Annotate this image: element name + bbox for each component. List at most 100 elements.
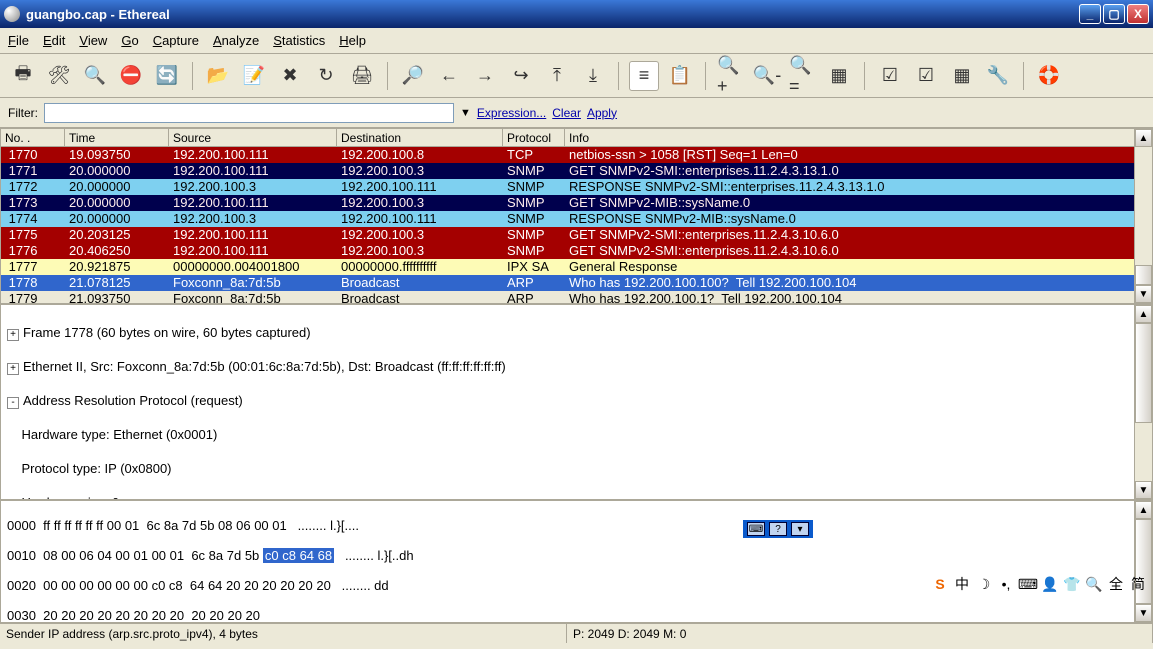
- col-protocol[interactable]: Protocol: [503, 129, 565, 147]
- ime-menu-icon[interactable]: ▾: [791, 522, 809, 536]
- collapse-icon[interactable]: -: [7, 397, 19, 409]
- ime-help-icon[interactable]: ?: [769, 522, 787, 536]
- menu-analyze[interactable]: Analyze: [213, 33, 259, 48]
- ime-skin-icon[interactable]: 👕: [1063, 575, 1081, 593]
- tree-ethernet[interactable]: +Ethernet II, Src: Foxconn_8a:7d:5b (00:…: [3, 358, 1152, 375]
- save-icon[interactable]: 📝: [239, 61, 269, 91]
- tree-arp[interactable]: -Address Resolution Protocol (request): [3, 392, 1152, 409]
- help-icon[interactable]: 🛟: [1034, 61, 1064, 91]
- menu-edit[interactable]: Edit: [43, 33, 65, 48]
- menu-view[interactable]: View: [79, 33, 107, 48]
- prefs-icon[interactable]: 🔧: [983, 61, 1013, 91]
- ime-search-icon[interactable]: 🔍: [1085, 575, 1103, 593]
- scroll-up-icon[interactable]: ▲: [1135, 305, 1152, 323]
- start-capture-icon[interactable]: 🔍: [80, 61, 110, 91]
- capture-filters-icon[interactable]: ☑: [875, 61, 905, 91]
- ime-moon-icon[interactable]: ☽: [975, 575, 993, 593]
- tree-frame[interactable]: +Frame 1778 (60 bytes on wire, 60 bytes …: [3, 324, 1152, 341]
- zoom-out-icon[interactable]: 🔍-: [752, 61, 782, 91]
- hex-selected[interactable]: c0 c8 64 68: [263, 548, 334, 563]
- scroll-thumb[interactable]: [1135, 265, 1152, 285]
- menu-statistics[interactable]: Statistics: [273, 33, 325, 48]
- scroll-up-icon[interactable]: ▲: [1135, 501, 1152, 519]
- packet-rows[interactable]: 177019.093750192.200.100.111192.200.100.…: [1, 147, 1152, 304]
- apply-link[interactable]: Apply: [587, 106, 617, 120]
- ime-full-icon[interactable]: 全: [1107, 575, 1125, 593]
- scroll-down-icon[interactable]: ▼: [1135, 481, 1152, 499]
- hex-row[interactable]: 0000 ff ff ff ff ff ff 00 01 6c 8a 7d 5b…: [7, 518, 1146, 533]
- auto-scroll-icon[interactable]: 📋: [665, 61, 695, 91]
- col-info[interactable]: Info: [565, 129, 1152, 147]
- close-file-icon[interactable]: ✖: [275, 61, 305, 91]
- tree-scrollbar[interactable]: ▲ ▼: [1134, 305, 1152, 499]
- minimize-button[interactable]: _: [1079, 4, 1101, 24]
- interfaces-icon[interactable]: 🖶: [8, 61, 38, 91]
- col-time[interactable]: Time: [65, 129, 169, 147]
- tree-field[interactable]: Hardware type: Ethernet (0x0001): [3, 426, 1152, 443]
- ime-simple-icon[interactable]: 简: [1129, 575, 1147, 593]
- packet-row[interactable]: 177620.406250192.200.100.111192.200.100.…: [1, 243, 1152, 259]
- ime-keyboard-icon[interactable]: ⌨: [747, 522, 765, 536]
- forward-icon[interactable]: →: [470, 61, 500, 91]
- expand-icon[interactable]: +: [7, 363, 19, 375]
- stop-capture-icon[interactable]: ⛔: [116, 61, 146, 91]
- reload-icon[interactable]: ↻: [311, 61, 341, 91]
- packet-row[interactable]: 177821.078125Foxconn_8a:7d:5bBroadcastAR…: [1, 275, 1152, 291]
- goto-icon[interactable]: ↪: [506, 61, 536, 91]
- hex-row[interactable]: 0030 20 20 20 20 20 20 20 20 20 20 20 20: [7, 608, 1146, 623]
- packet-row[interactable]: 177420.000000192.200.100.3192.200.100.11…: [1, 211, 1152, 227]
- filter-dropdown-icon[interactable]: ▼: [460, 107, 471, 119]
- expression-link[interactable]: Expression...: [477, 106, 546, 120]
- menu-file[interactable]: File: [8, 33, 29, 48]
- resize-columns-icon[interactable]: ▦: [824, 61, 854, 91]
- scroll-down-icon[interactable]: ▼: [1135, 604, 1152, 622]
- menu-capture[interactable]: Capture: [153, 33, 199, 48]
- maximize-button[interactable]: ▢: [1103, 4, 1125, 24]
- scroll-thumb[interactable]: [1135, 323, 1152, 423]
- ime-user-icon[interactable]: 👤: [1041, 575, 1059, 593]
- column-headers[interactable]: No. . Time Source Destination Protocol I…: [1, 129, 1152, 147]
- colorize-icon[interactable]: ≡: [629, 61, 659, 91]
- packet-row[interactable]: 177120.000000192.200.100.111192.200.100.…: [1, 163, 1152, 179]
- open-icon[interactable]: 📂: [203, 61, 233, 91]
- packet-row[interactable]: 177019.093750192.200.100.111192.200.100.…: [1, 147, 1152, 163]
- hex-scrollbar[interactable]: ▲ ▼: [1134, 501, 1152, 622]
- col-no[interactable]: No. .: [1, 129, 65, 147]
- packet-row[interactable]: 177720.92187500000000.00400180000000000.…: [1, 259, 1152, 275]
- packet-list-pane[interactable]: No. . Time Source Destination Protocol I…: [0, 128, 1153, 304]
- col-destination[interactable]: Destination: [337, 129, 503, 147]
- menu-help[interactable]: Help: [339, 33, 366, 48]
- ime-toolbar[interactable]: ⌨ ? ▾: [742, 519, 814, 539]
- hex-row[interactable]: 0010 08 00 06 04 00 01 00 01 6c 8a 7d 5b…: [7, 548, 1146, 563]
- close-button[interactable]: X: [1127, 4, 1149, 24]
- restart-capture-icon[interactable]: 🔄: [152, 61, 182, 91]
- print-icon[interactable]: 🖨: [347, 61, 377, 91]
- filter-input[interactable]: [44, 103, 454, 123]
- scroll-up-icon[interactable]: ▲: [1135, 129, 1152, 147]
- packet-row[interactable]: 177220.000000192.200.100.3192.200.100.11…: [1, 179, 1152, 195]
- coloring-rules-icon[interactable]: ▦: [947, 61, 977, 91]
- zoom-in-icon[interactable]: 🔍+: [716, 61, 746, 91]
- go-top-icon[interactable]: ⤒: [542, 61, 572, 91]
- back-icon[interactable]: ←: [434, 61, 464, 91]
- zoom-fit-icon[interactable]: 🔍=: [788, 61, 818, 91]
- ime-chinese-icon[interactable]: 中: [953, 575, 971, 593]
- scroll-down-icon[interactable]: ▼: [1135, 285, 1152, 303]
- display-filters-icon[interactable]: ☑: [911, 61, 941, 91]
- sogou-icon[interactable]: S: [931, 575, 949, 593]
- go-bottom-icon[interactable]: ⤓: [578, 61, 608, 91]
- packet-details-pane[interactable]: +Frame 1778 (60 bytes on wire, 60 bytes …: [0, 304, 1153, 500]
- find-icon[interactable]: 🔎: [398, 61, 428, 91]
- col-source[interactable]: Source: [169, 129, 337, 147]
- options-icon[interactable]: 🛠: [44, 61, 74, 91]
- menu-go[interactable]: Go: [121, 33, 138, 48]
- packet-bytes-pane[interactable]: 0000 ff ff ff ff ff ff 00 01 6c 8a 7d 5b…: [0, 500, 1153, 623]
- ime-punct-icon[interactable]: •,: [997, 575, 1015, 593]
- tree-field[interactable]: Protocol type: IP (0x0800): [3, 460, 1152, 477]
- list-scrollbar[interactable]: ▲ ▼: [1134, 129, 1152, 303]
- packet-row[interactable]: 177320.000000192.200.100.111192.200.100.…: [1, 195, 1152, 211]
- ime-keyboard-icon[interactable]: ⌨: [1019, 575, 1037, 593]
- clear-link[interactable]: Clear: [552, 106, 581, 120]
- packet-row[interactable]: 177520.203125192.200.100.111192.200.100.…: [1, 227, 1152, 243]
- expand-icon[interactable]: +: [7, 329, 19, 341]
